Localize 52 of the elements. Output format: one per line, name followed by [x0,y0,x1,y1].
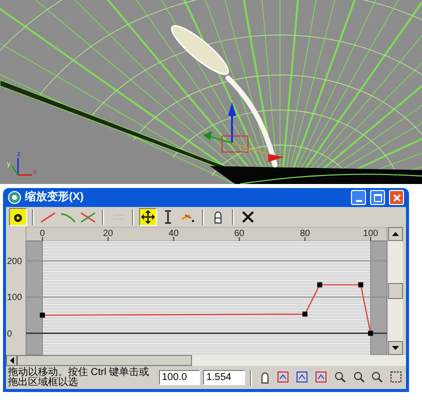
scroll-thumb[interactable] [17,355,192,366]
y-value-field[interactable]: 1.554 [203,370,245,385]
scroll-down-icon[interactable] [388,341,403,355]
minimize-icon [356,200,362,202]
view-tool-button[interactable] [369,370,386,386]
control-point[interactable] [40,312,45,318]
delete-icon [242,211,254,223]
control-point[interactable] [358,282,364,288]
x-value-field[interactable]: 100.0 [158,370,200,385]
axis-label: 0 [7,328,12,338]
zoom-extents-icon [315,371,327,384]
axis-tripod-icon [11,158,32,176]
zoom-vertical-icon [352,371,365,384]
transform-gizmo-icon [203,102,284,162]
zoom-extents-icon [296,371,308,384]
scroll-up-icon[interactable] [388,227,403,241]
axis-label: 200 [7,256,22,266]
control-point[interactable] [317,282,322,288]
vertical-scale-icon [163,210,173,224]
lock-icon [12,211,24,223]
vertical-scrollbar[interactable] [388,227,403,355]
axis-label: 100 [7,292,22,302]
toolbar-button[interactable] [139,208,157,226]
falling-curve-icon [60,211,76,223]
ruler-label: 100 [363,228,378,238]
scroll-thumb[interactable] [388,283,403,299]
zoom-icon [371,371,384,384]
crossed-curves-icon [80,211,96,223]
zoom-horizontal-icon [334,371,346,384]
toolbar-button[interactable] [9,208,27,226]
ruler-label: 0 [40,228,45,238]
ruler-label: 20 [103,228,114,238]
close-button[interactable] [389,190,404,205]
control-point[interactable] [368,330,374,336]
ruler-label: 40 [168,228,179,238]
scroll-left-icon[interactable] [6,355,17,366]
maximize-icon [374,194,382,202]
close-icon [392,194,400,202]
rising-line-icon [40,211,56,223]
minimize-button[interactable] [351,190,366,205]
app-icon [8,191,21,204]
status-prompt: 拖动以移动。按住 Ctrl 键单击或拖出区域框以选 [8,368,150,388]
control-point[interactable] [302,312,308,317]
view-tool-button[interactable] [388,370,404,386]
ruler-label: 80 [300,228,310,238]
horizontal-scrollbar[interactable] [6,355,406,366]
zoom-region-icon [390,371,402,384]
move-arrows-icon [141,210,155,224]
window-title: 缩放变形(X) [25,190,85,206]
maximize-button[interactable] [370,190,385,205]
zoom-extents-icon [277,371,290,384]
ruler-label: 60 [234,228,244,238]
